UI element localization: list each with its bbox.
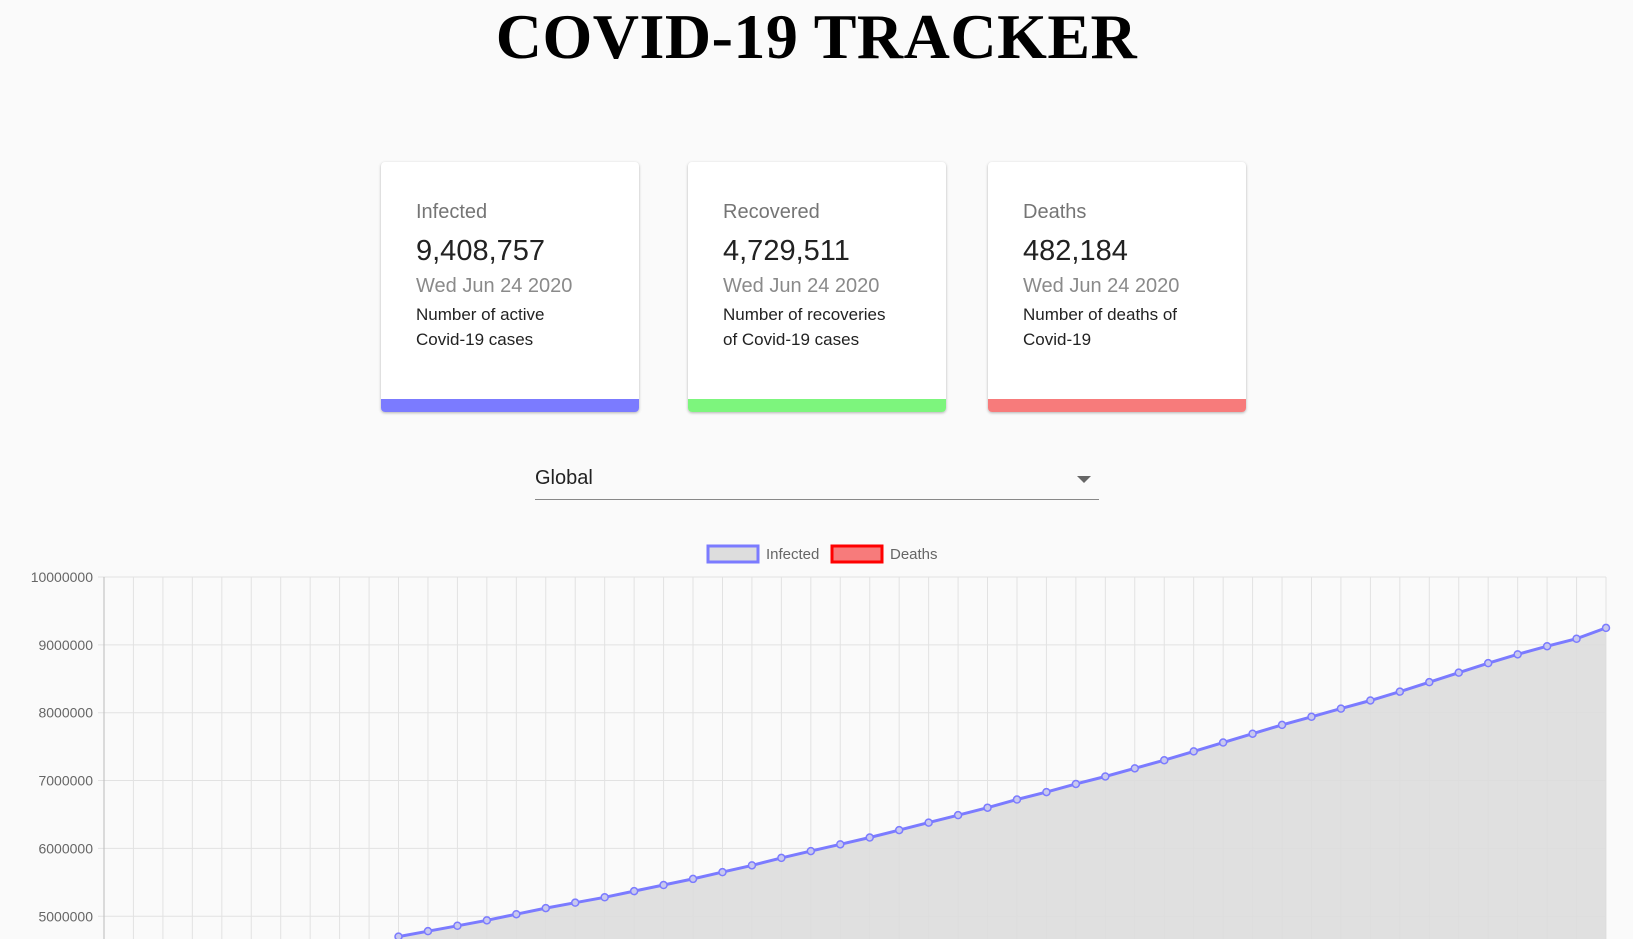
card-date: Wed Jun 24 2020 bbox=[1023, 275, 1180, 297]
infected-point bbox=[1366, 696, 1375, 705]
card-label: Deaths bbox=[1023, 201, 1087, 223]
infected-point bbox=[1130, 764, 1140, 773]
infected-point bbox=[983, 803, 992, 812]
infected-card: Infected 9,408,757 Wed Jun 24 2020 Numbe… bbox=[381, 162, 639, 412]
infected-point bbox=[1189, 747, 1198, 756]
infected-point bbox=[1277, 720, 1287, 730]
infected-point bbox=[1042, 787, 1051, 797]
legend-swatch-deaths bbox=[830, 544, 884, 564]
card-date: Wed Jun 24 2020 bbox=[416, 275, 573, 297]
infected-point bbox=[1513, 650, 1522, 659]
infected-point bbox=[1425, 677, 1434, 687]
infected-point bbox=[806, 846, 816, 856]
card-value: 482,184 bbox=[1023, 235, 1128, 267]
infected-point bbox=[777, 853, 786, 863]
infected-point bbox=[570, 898, 580, 907]
infected-point bbox=[423, 926, 433, 936]
cases-chart: 10000000 9000000 8000000 7000000 6000000 5000… bbox=[0, 540, 1633, 939]
infected-point bbox=[1248, 729, 1257, 738]
infected-point bbox=[482, 916, 492, 925]
infected-point bbox=[659, 880, 668, 890]
infected-point bbox=[600, 893, 609, 902]
infected-point bbox=[953, 810, 963, 820]
card-color-bar bbox=[988, 399, 1246, 412]
card-label: Recovered bbox=[723, 201, 820, 223]
card-description: Number of recoveries of Covid-19 cases bbox=[723, 305, 886, 349]
infected-point bbox=[894, 825, 904, 835]
card-value: 4,729,511 bbox=[723, 235, 850, 267]
infected-point bbox=[1395, 687, 1405, 696]
infected-point bbox=[1601, 623, 1611, 633]
infected-point bbox=[1336, 704, 1346, 713]
infected-point bbox=[1542, 641, 1552, 651]
infected-point bbox=[865, 833, 874, 842]
infected-point bbox=[629, 886, 639, 896]
infected-point bbox=[1071, 779, 1081, 789]
infected-point bbox=[1012, 795, 1022, 804]
card-description: Number of deaths of Covid-19 bbox=[1023, 305, 1178, 349]
cases-chart-svg: 10000000 9000000 8000000 7000000 6000000 5000… bbox=[31, 544, 1611, 939]
infected-area bbox=[398, 627, 1606, 939]
infected-point bbox=[836, 840, 845, 849]
infected-point bbox=[1307, 712, 1316, 722]
infected-point bbox=[394, 932, 403, 939]
infected-point bbox=[512, 909, 521, 919]
y-tick-label: 7000000 bbox=[38, 773, 93, 789]
infected-point bbox=[1454, 668, 1463, 677]
chevron-down-icon[interactable] bbox=[1077, 476, 1091, 483]
infected-point bbox=[1159, 755, 1169, 765]
y-tick-label: 8000000 bbox=[38, 705, 93, 721]
app-title: COVID-19 TRACKER bbox=[495, 1, 1138, 72]
card-date: Wed Jun 24 2020 bbox=[723, 275, 880, 297]
country-picker-value: Global bbox=[535, 467, 593, 489]
infected-point bbox=[924, 818, 933, 827]
card-color-bar bbox=[688, 399, 946, 412]
infected-point bbox=[747, 861, 757, 870]
infected-point bbox=[453, 921, 462, 931]
y-tick-label: 5000000 bbox=[38, 908, 93, 924]
card-value: 9,408,757 bbox=[416, 235, 546, 267]
infected-point bbox=[1572, 634, 1581, 643]
deaths-card: Deaths 482,184 Wed Jun 24 2020 Number of… bbox=[988, 162, 1246, 412]
recovered-card: Recovered 4,729,511 Wed Jun 24 2020 Numb… bbox=[688, 162, 946, 412]
country-picker[interactable]: Global bbox=[535, 462, 1099, 500]
legend-label-infected: Infected bbox=[766, 546, 819, 563]
infected-point bbox=[1483, 658, 1493, 668]
legend-label-deaths: Deaths bbox=[890, 546, 938, 563]
card-color-bar bbox=[381, 399, 639, 412]
infected-point bbox=[688, 874, 698, 884]
legend-swatch-infected bbox=[706, 544, 760, 564]
infected-point bbox=[541, 903, 551, 913]
card-description: Number of active Covid-19 cases bbox=[416, 305, 545, 349]
infected-point bbox=[1218, 738, 1228, 747]
y-tick-label: 10000000 bbox=[31, 569, 94, 585]
infected-point bbox=[718, 867, 727, 877]
y-tick-label: 9000000 bbox=[38, 637, 93, 653]
card-label: Infected bbox=[416, 201, 488, 223]
infected-point bbox=[1101, 772, 1110, 781]
y-tick-label: 6000000 bbox=[38, 840, 93, 856]
